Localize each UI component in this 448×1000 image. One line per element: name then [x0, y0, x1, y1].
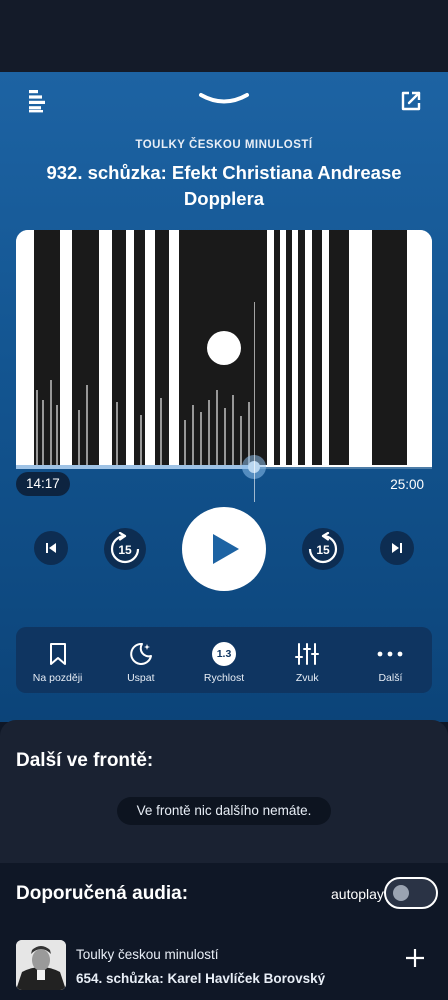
recommended-item-subtitle[interactable]: 654. schůzka: Karel Havlíček Borovský: [76, 971, 376, 985]
skip-previous-icon: [46, 543, 56, 553]
progress-fill: [16, 465, 254, 469]
sleep-timer-label: Uspat: [127, 672, 155, 684]
elapsed-time: 14:17: [16, 472, 70, 496]
forward-15-icon: 15: [308, 532, 338, 564]
chevron-down-icon[interactable]: [194, 88, 254, 110]
radio-logo-icon[interactable]: [22, 88, 52, 114]
sound-settings-button[interactable]: Zvuk: [266, 627, 349, 693]
play-button[interactable]: [182, 507, 266, 591]
moon-icon: [130, 642, 152, 665]
external-share-icon[interactable]: [396, 88, 426, 114]
playback-speed-label: Rychlost: [203, 672, 245, 684]
skip-next-button[interactable]: [380, 531, 414, 565]
recommended-item-show[interactable]: Toulky českou minulostí: [76, 947, 219, 962]
autoplay-toggle-knob: [393, 885, 409, 901]
rewind-15-icon: 15: [110, 532, 140, 564]
forward-15-button[interactable]: 15: [302, 528, 344, 570]
recommended-title: Doporučená audia:: [16, 883, 189, 904]
more-options-button[interactable]: Další: [349, 627, 432, 693]
more-dots-icon: [378, 651, 403, 657]
listen-later-label: Na později: [32, 672, 83, 684]
status-bar-area: [0, 0, 448, 72]
show-name[interactable]: TOULKY ČESKOU MINULOSTÍ: [0, 139, 448, 151]
progress-track[interactable]: [16, 465, 432, 469]
equalizer-icon: [295, 643, 320, 665]
skip-next-icon: [392, 543, 402, 553]
autoplay-toggle[interactable]: [384, 877, 438, 909]
play-icon: [213, 534, 239, 564]
player-panel: TOULKY ČESKOU MINULOSTÍ 932. schůzka: Ef…: [0, 72, 448, 722]
add-to-queue-button[interactable]: [402, 945, 428, 971]
queue-section: Další ve frontě: Ve frontě nic dalšího n…: [0, 720, 448, 863]
player-toolbar: Na později Uspat 1.3 Rychlost Zvuk Další: [16, 627, 432, 693]
plus-icon: [406, 949, 424, 967]
autoplay-label: autoplay: [331, 886, 384, 902]
queue-title: Další ve frontě:: [16, 750, 154, 771]
recommended-item-thumbnail[interactable]: [16, 940, 66, 990]
forward-seconds: 15: [316, 543, 330, 557]
progress-cursor-line: [254, 302, 255, 502]
recommended-section: Doporučená audia: autoplay Toulky českou…: [0, 863, 448, 1000]
episode-cover-image: [16, 230, 432, 467]
sound-settings-label: Zvuk: [295, 672, 319, 684]
skip-previous-button[interactable]: [34, 531, 68, 565]
total-time: 25:00: [390, 477, 424, 492]
more-options-label: Další: [378, 672, 403, 684]
speed-value: 1.3: [212, 642, 236, 666]
queue-empty-message: Ve frontě nic dalšího nemáte.: [117, 797, 331, 825]
bookmark-icon: [49, 643, 66, 665]
rewind-seconds: 15: [118, 543, 132, 557]
playback-speed-button[interactable]: 1.3 Rychlost: [182, 627, 265, 693]
episode-title: 932. schůzka: Efekt Christiana Andrease …: [46, 162, 402, 209]
rewind-15-button[interactable]: 15: [104, 528, 146, 570]
sleep-timer-button[interactable]: Uspat: [99, 627, 182, 693]
listen-later-button[interactable]: Na později: [16, 627, 99, 693]
